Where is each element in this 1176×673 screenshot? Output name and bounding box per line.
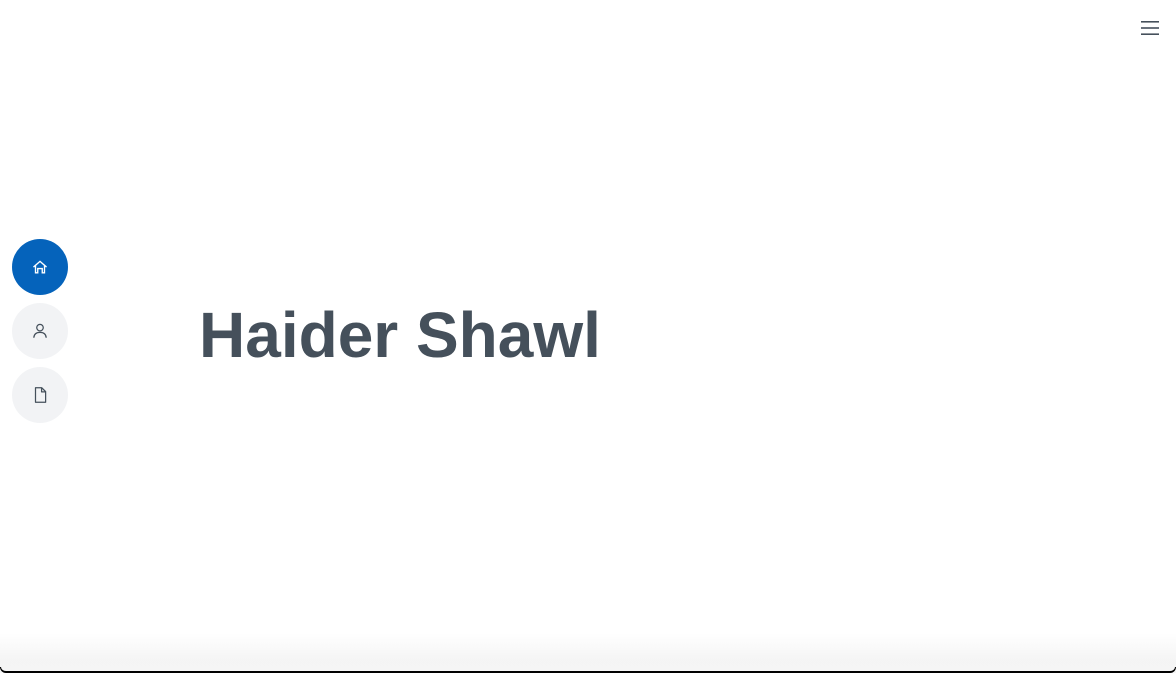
window-bottom-edge	[0, 667, 1176, 673]
nav-item-resume[interactable]	[12, 367, 68, 423]
page: Haider Shawl	[0, 0, 1176, 673]
mobile-nav-toggle[interactable]	[1138, 16, 1162, 40]
file-icon	[34, 387, 47, 403]
hero-name: Haider Shawl	[199, 299, 601, 371]
user-icon	[33, 323, 47, 338]
nav-item-home[interactable]	[12, 239, 68, 295]
home-icon	[33, 260, 47, 274]
side-navigation	[12, 239, 68, 423]
hamburger-menu-icon	[1141, 21, 1159, 35]
nav-item-about[interactable]	[12, 303, 68, 359]
